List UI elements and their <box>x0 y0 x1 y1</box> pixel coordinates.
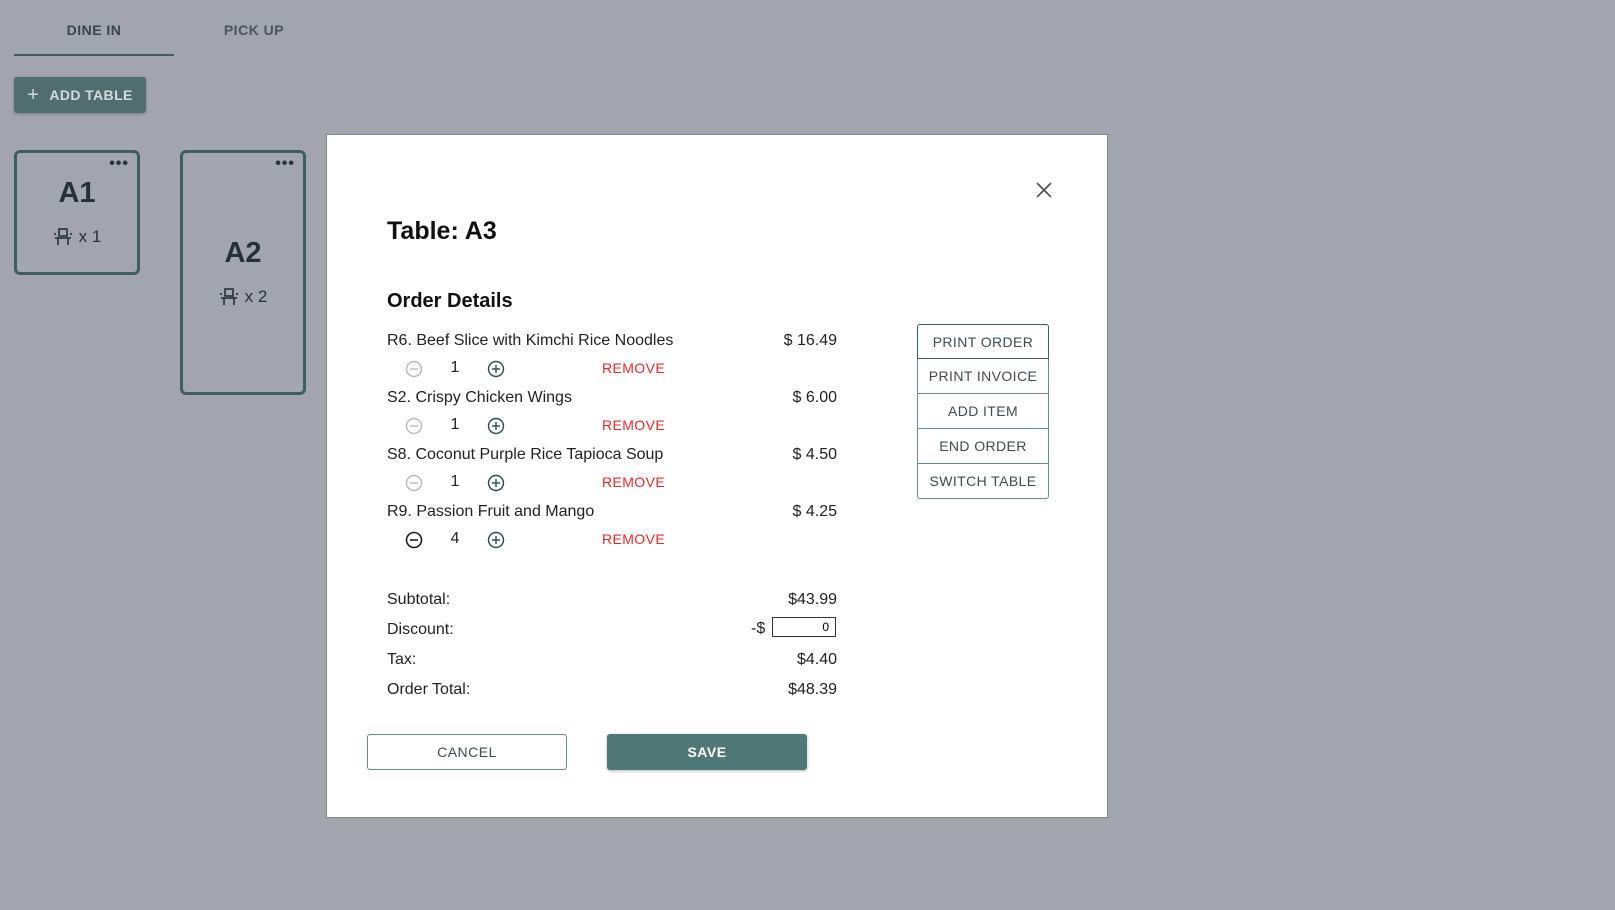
increment-icon[interactable] <box>486 416 506 436</box>
switch-table-button[interactable]: SWITCH TABLE <box>917 464 1049 499</box>
discount-input[interactable] <box>772 617 836 637</box>
seat-count: x 2 <box>244 287 268 306</box>
item-quantity: 4 <box>450 530 460 547</box>
decrement-icon[interactable] <box>404 416 424 436</box>
remove-item-link[interactable]: REMOVE <box>602 474 665 490</box>
end-order-button[interactable]: END ORDER <box>917 429 1049 464</box>
print-order-button[interactable]: PRINT ORDER <box>917 324 1049 359</box>
subtotal-value: $43.99 <box>788 591 837 608</box>
more-dots-icon[interactable]: ••• <box>109 156 129 172</box>
increment-icon[interactable] <box>486 473 506 493</box>
cancel-button[interactable]: CANCEL <box>367 734 567 770</box>
item-name: R6. Beef Slice with Kimchi Rice Noodles <box>387 332 674 349</box>
close-icon[interactable] <box>1032 178 1056 202</box>
increment-icon[interactable] <box>486 359 506 379</box>
print-invoice-button[interactable]: PRINT INVOICE <box>917 359 1049 394</box>
order-details-heading: Order Details <box>387 290 513 312</box>
chair-icon <box>219 288 238 305</box>
remove-item-link[interactable]: REMOVE <box>602 417 665 433</box>
order-modal: Table: A3 Order Details R6. Beef Slice w… <box>326 134 1108 818</box>
item-quantity: 1 <box>450 359 460 376</box>
discount-label: Discount: <box>387 621 454 638</box>
increment-icon[interactable] <box>486 530 506 550</box>
remove-item-link[interactable]: REMOVE <box>602 531 665 547</box>
add-table-button[interactable]: + ADD TABLE <box>14 77 146 113</box>
modal-title: Table: A3 <box>387 217 497 245</box>
table-name: A2 <box>224 237 262 269</box>
table-card-a1[interactable]: ••• A1 x 1 <box>14 150 140 275</box>
item-name: S8. Coconut Purple Rice Tapioca Soup <box>387 446 664 463</box>
item-price: $ 16.49 <box>783 332 837 349</box>
decrement-icon[interactable] <box>404 473 424 493</box>
item-quantity: 1 <box>450 473 460 490</box>
item-name: R9. Passion Fruit and Mango <box>387 503 595 520</box>
plus-icon: + <box>27 84 40 106</box>
add-table-label: ADD TABLE <box>49 87 133 103</box>
tab-pick-up[interactable]: PICK UP <box>174 22 334 38</box>
subtotal-label: Subtotal: <box>387 591 451 608</box>
item-price: $ 4.25 <box>792 503 837 520</box>
order-actions: PRINT ORDER PRINT INVOICE ADD ITEM END O… <box>917 324 1049 499</box>
tab-dine-in[interactable]: DINE IN <box>14 22 174 38</box>
table-seats: x 1 <box>17 227 137 247</box>
order-total-value: $48.39 <box>788 681 837 698</box>
discount-prefix: -$ <box>751 620 766 637</box>
item-price: $ 6.00 <box>792 389 837 406</box>
add-item-button[interactable]: ADD ITEM <box>917 394 1049 429</box>
tax-value: $4.40 <box>796 651 837 668</box>
item-price: $ 4.50 <box>792 446 837 463</box>
item-quantity: 1 <box>450 416 460 433</box>
order-type-tabs: DINE IN PICK UP <box>14 0 334 57</box>
order-total-label: Order Total: <box>387 681 471 698</box>
active-tab-indicator <box>14 54 174 56</box>
tax-label: Tax: <box>387 651 417 668</box>
table-seats: x 2 <box>183 287 303 307</box>
table-card-a2[interactable]: ••• A2 x 2 <box>180 150 306 395</box>
seat-count: x 1 <box>78 227 102 246</box>
save-button[interactable]: SAVE <box>607 734 807 770</box>
decrement-icon[interactable] <box>404 530 424 550</box>
chair-icon <box>53 228 72 245</box>
item-name: S2. Crispy Chicken Wings <box>387 389 572 406</box>
remove-item-link[interactable]: REMOVE <box>602 360 665 376</box>
more-dots-icon[interactable]: ••• <box>275 156 295 172</box>
decrement-icon[interactable] <box>404 359 424 379</box>
table-name: A1 <box>58 177 96 209</box>
